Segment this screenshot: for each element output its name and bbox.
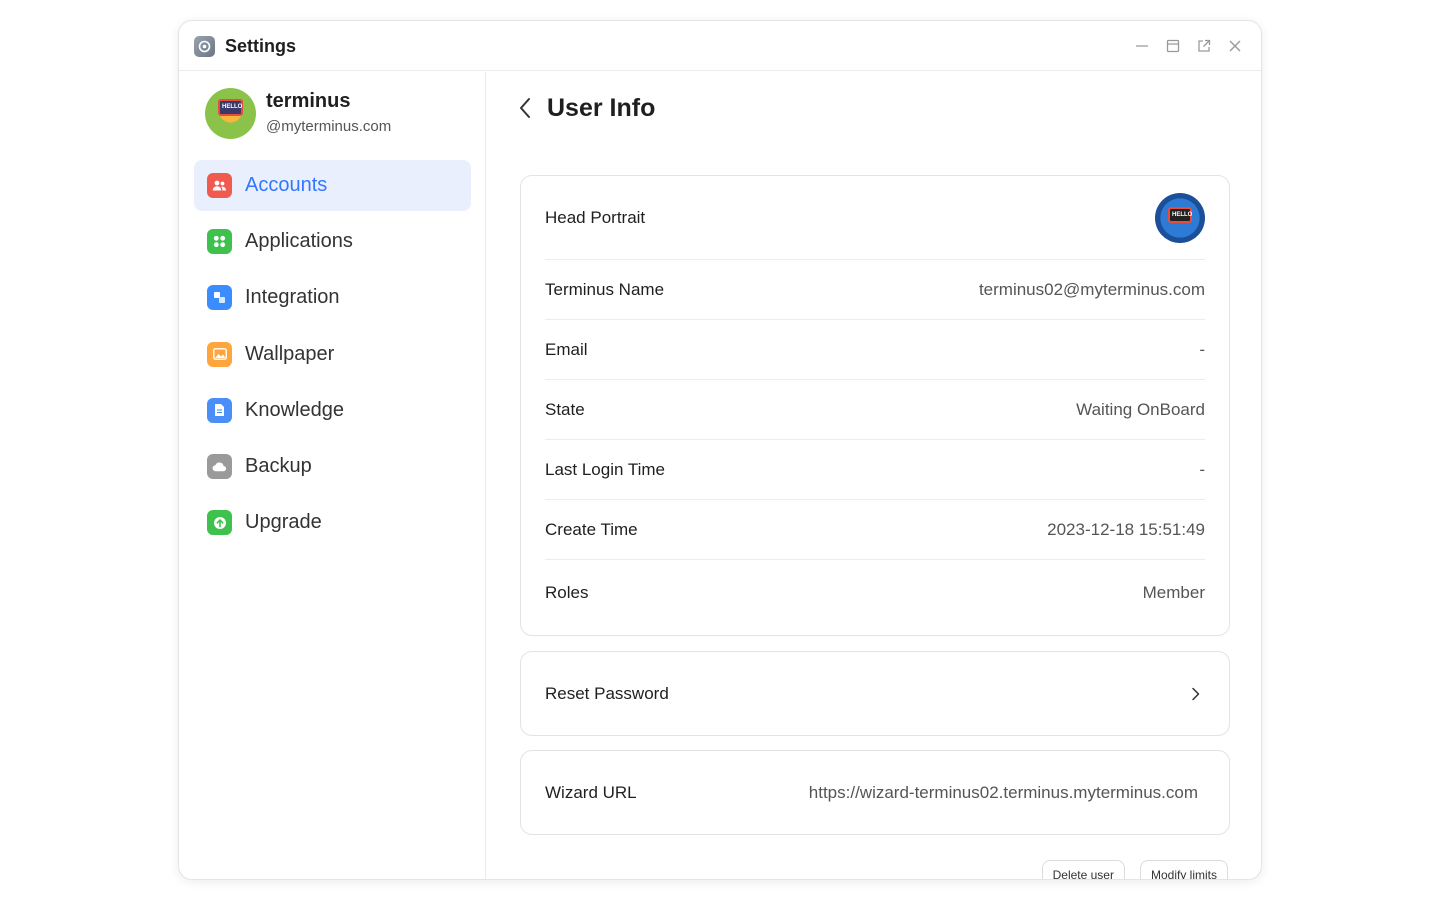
open-external-icon[interactable] [1194, 36, 1214, 56]
sidebar-item-label: Accounts [245, 174, 328, 196]
wizard-url-label: Wizard URL [545, 782, 637, 802]
back-button[interactable] [513, 96, 537, 120]
info-row-email: Email - [545, 320, 1205, 380]
sidebar-item-integration[interactable]: Integration [194, 272, 471, 323]
settings-app-icon [194, 36, 215, 57]
wizard-url-value[interactable]: https://wizard-terminus02.terminus.myter… [809, 783, 1198, 803]
sidebar-item-label: Wallpaper [245, 342, 335, 365]
row-label: Terminus Name [545, 279, 665, 299]
avatar: HELLO [205, 88, 256, 139]
chevron-right-icon [1185, 684, 1205, 704]
row-label: Roles [545, 583, 589, 602]
head-portrait-label: Head Portrait [545, 207, 646, 227]
sidebar: HELLO terminus @myterminus.com Accounts … [179, 72, 486, 879]
applications-icon [207, 229, 232, 255]
row-value: - [1199, 339, 1205, 359]
info-row-last-login: Last Login Time - [545, 440, 1205, 500]
sidebar-item-wallpaper[interactable]: Wallpaper [194, 329, 471, 380]
row-value: - [1199, 459, 1205, 479]
upgrade-icon [207, 510, 232, 536]
portrait-text: HELLO [1172, 211, 1193, 218]
window-title: Settings [225, 36, 297, 56]
sidebar-item-label: Upgrade [245, 511, 322, 534]
reset-password-label: Reset Password [545, 683, 669, 703]
head-portrait-row: Head Portrait HELLO [545, 176, 1205, 260]
minimize-icon[interactable] [1132, 36, 1152, 56]
sidebar-item-applications[interactable]: Applications [194, 216, 471, 267]
info-row-roles: Roles Member [545, 560, 1205, 626]
row-label: State [545, 399, 585, 419]
row-label: Create Time [545, 519, 638, 539]
close-icon[interactable] [1225, 36, 1245, 56]
title-bar: Settings [179, 21, 1261, 71]
sidebar-item-label: Knowledge [245, 398, 344, 421]
row-value: Waiting OnBoard [1076, 399, 1205, 419]
info-row-terminus-name: Terminus Name terminus02@myterminus.com [545, 260, 1205, 320]
reset-password-card[interactable]: Reset Password [520, 651, 1230, 736]
sidebar-item-knowledge[interactable]: Knowledge [194, 385, 471, 436]
info-row-state: State Waiting OnBoard [545, 380, 1205, 440]
sidebar-item-label: Backup [245, 454, 312, 477]
action-buttons: Delete user Modify limits [1041, 860, 1228, 879]
page-title: User Info [547, 94, 656, 122]
head-portrait[interactable]: HELLO [1155, 192, 1205, 243]
info-row-create-time: Create Time 2023-12-18 15:51:49 [545, 500, 1205, 560]
delete-user-button[interactable]: Delete user [1041, 860, 1125, 879]
profile-domain: @myterminus.com [266, 118, 392, 135]
user-profile[interactable]: HELLO terminus @myterminus.com [205, 88, 475, 140]
wizard-url-row: Wizard URL https://wizard-terminus02.ter… [545, 751, 1198, 834]
wallpaper-icon [207, 341, 232, 367]
chevron-left-icon [520, 98, 530, 118]
modify-limits-button[interactable]: Modify limits [1139, 860, 1228, 879]
wizard-url-card: Wizard URL https://wizard-terminus02.ter… [520, 750, 1230, 835]
sidebar-nav: Accounts Applications Integration Wallpa… [194, 160, 471, 553]
row-value: terminus02@myterminus.com [978, 279, 1205, 299]
profile-name: terminus [266, 90, 351, 112]
sidebar-item-backup[interactable]: Backup [194, 441, 471, 492]
reset-password-row[interactable]: Reset Password [545, 652, 1205, 735]
knowledge-icon [207, 397, 232, 423]
main-content: User Info Head Portrait HELLO Terminus N… [487, 72, 1261, 879]
row-label: Email [545, 339, 588, 359]
avatar-text: HELLO [222, 104, 243, 110]
backup-icon [207, 453, 232, 479]
window-controls [1132, 36, 1245, 56]
row-value: Member [1142, 583, 1205, 602]
sidebar-item-upgrade[interactable]: Upgrade [194, 497, 471, 548]
sidebar-item-accounts[interactable]: Accounts [194, 160, 471, 211]
settings-window: Settings HELLO terminus @myterminus.com [178, 20, 1262, 880]
sidebar-item-label: Applications [245, 230, 353, 253]
accounts-icon [207, 173, 232, 198]
user-info-card: Head Portrait HELLO Terminus Name termin… [520, 175, 1230, 636]
maximize-icon[interactable] [1163, 36, 1183, 56]
row-label: Last Login Time [545, 459, 666, 479]
sidebar-item-label: Integration [245, 286, 340, 309]
row-value: 2023-12-18 15:51:49 [1047, 519, 1205, 539]
integration-icon [207, 285, 232, 311]
